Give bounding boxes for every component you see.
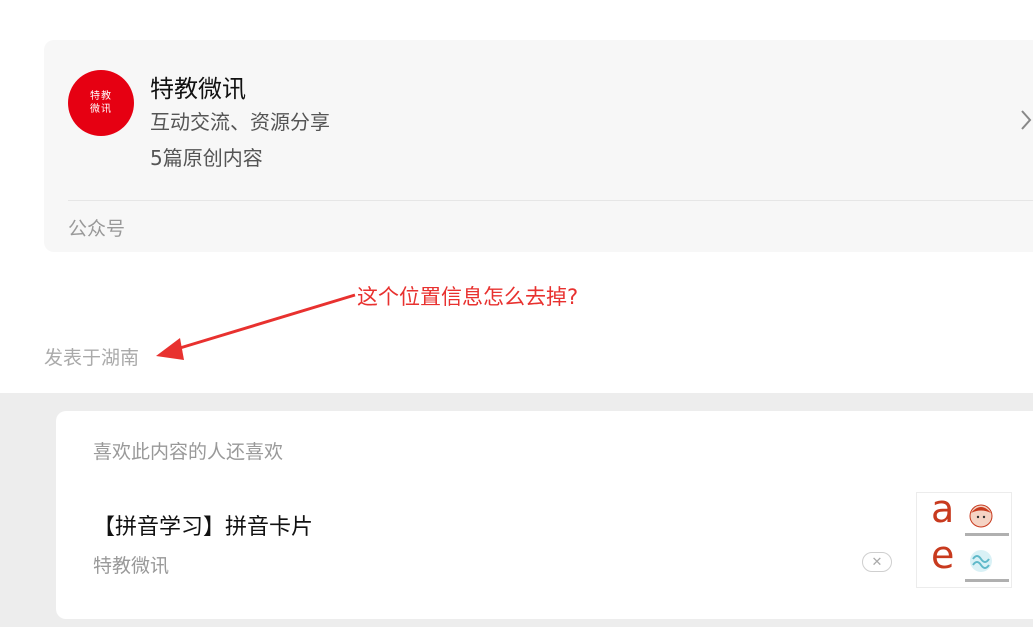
thumb-letter-a: a	[931, 492, 955, 531]
account-description: 互动交流、资源分享	[150, 110, 330, 134]
recommend-item-title[interactable]: 【拼音学习】拼音卡片	[93, 509, 313, 541]
article-count: 5篇原创内容	[150, 146, 263, 170]
account-type-label: 公众号	[68, 218, 126, 240]
account-name: 特教微讯	[150, 75, 246, 103]
account-avatar: 特教 微讯	[68, 70, 134, 136]
chevron-right-icon	[1021, 110, 1032, 130]
annotation-text: 这个位置信息怎么去掉?	[357, 285, 579, 309]
avatar-text-line1: 特教	[90, 91, 112, 102]
card-divider	[68, 200, 1033, 201]
thumb-letter-e: e	[931, 533, 955, 577]
close-icon[interactable]: ✕	[862, 552, 892, 572]
avatar-text-line2: 微讯	[90, 104, 112, 115]
recommend-item-source: 特教微讯	[93, 555, 170, 577]
face-icon	[969, 504, 993, 528]
publish-location: 发表于湖南	[44, 347, 140, 369]
recommend-item-thumbnail[interactable]: a e	[916, 492, 1012, 588]
thumb-caption-bar	[965, 533, 1009, 536]
account-profile-card[interactable]: 特教 微讯 特教微讯 互动交流、资源分享 5篇原创内容 公众号	[44, 40, 1033, 252]
recommend-header: 喜欢此内容的人还喜欢	[93, 441, 284, 463]
thumb-caption-bar	[965, 579, 1009, 582]
wave-icon	[970, 550, 992, 572]
recommend-card: 喜欢此内容的人还喜欢 【拼音学习】拼音卡片 特教微讯 ✕ a e	[56, 411, 1033, 619]
